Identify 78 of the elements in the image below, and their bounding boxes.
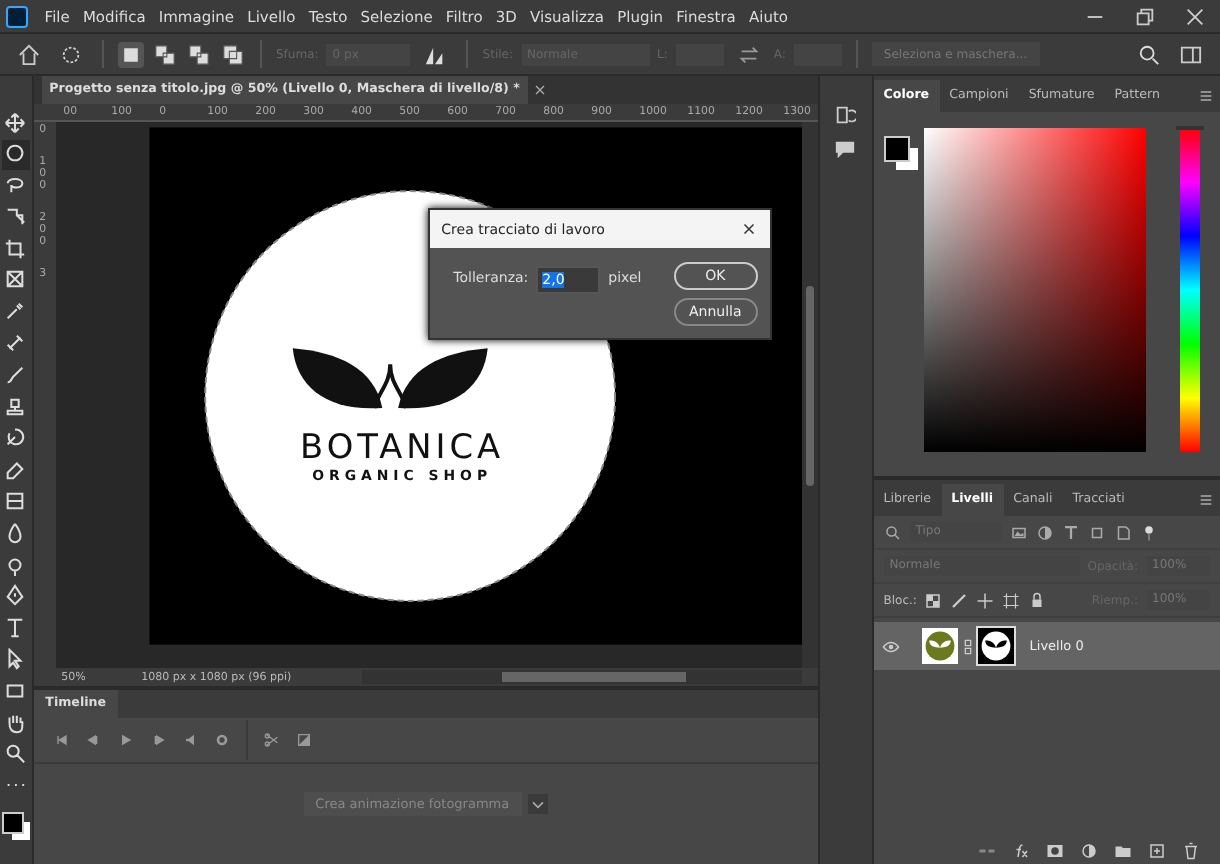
close-icon[interactable] bbox=[1184, 5, 1206, 27]
add-selection-icon[interactable] bbox=[152, 41, 178, 67]
checkerboard-icon[interactable] bbox=[924, 591, 943, 609]
history-panel-icon[interactable] bbox=[834, 104, 857, 126]
artboard-icon[interactable] bbox=[1002, 591, 1021, 609]
intersect-selection-icon[interactable] bbox=[220, 41, 246, 67]
healing-icon bbox=[4, 332, 27, 355]
marquee-icon bbox=[4, 142, 27, 165]
next-frame-icon[interactable] bbox=[149, 732, 166, 748]
fx-icon[interactable] bbox=[1012, 842, 1030, 860]
trash-icon[interactable] bbox=[1182, 842, 1200, 860]
hand-icon bbox=[4, 711, 27, 734]
blur-icon bbox=[4, 521, 27, 544]
rectangle-icon bbox=[4, 679, 27, 702]
new-layer-icon[interactable] bbox=[1148, 842, 1166, 860]
lock-icon[interactable] bbox=[1028, 591, 1047, 609]
color-picker-field[interactable] bbox=[923, 128, 1146, 452]
history-icon bbox=[4, 426, 27, 449]
app-logo-icon bbox=[6, 5, 28, 27]
shape-filter-icon[interactable] bbox=[1087, 523, 1106, 541]
adjustment-icon[interactable] bbox=[1080, 842, 1098, 860]
pathselect-icon bbox=[4, 648, 27, 671]
speaker-icon[interactable] bbox=[181, 732, 198, 748]
subtract-selection-icon[interactable] bbox=[186, 41, 212, 67]
crop-icon bbox=[4, 237, 27, 260]
image-filter-icon[interactable] bbox=[1009, 523, 1028, 541]
dropdown-icon[interactable] bbox=[527, 794, 548, 814]
anti-alias-icon[interactable] bbox=[424, 43, 447, 65]
eraser-icon bbox=[4, 458, 27, 481]
brush-icon[interactable] bbox=[950, 591, 969, 609]
lasso-icon bbox=[4, 174, 27, 197]
new-selection-icon[interactable] bbox=[118, 41, 144, 67]
frame-icon bbox=[4, 268, 27, 291]
scissors-icon[interactable] bbox=[263, 732, 280, 748]
move-icon[interactable] bbox=[976, 591, 995, 609]
search-icon bbox=[883, 523, 902, 541]
marquee-tool[interactable] bbox=[1, 139, 30, 170]
close-icon[interactable] bbox=[739, 220, 758, 238]
workspace-icon[interactable] bbox=[1180, 43, 1202, 65]
smart-object-filter-icon[interactable] bbox=[1113, 523, 1132, 541]
mask-thumbnail bbox=[977, 628, 1014, 664]
adjustment-filter-icon[interactable] bbox=[1035, 523, 1054, 541]
restore-icon[interactable] bbox=[1134, 5, 1156, 27]
search-icon[interactable] bbox=[1138, 43, 1160, 65]
close-tab-icon[interactable] bbox=[531, 82, 548, 98]
swap-icon[interactable] bbox=[737, 43, 760, 65]
hue-slider[interactable] bbox=[1179, 128, 1200, 452]
type-filter-icon[interactable] bbox=[1061, 523, 1080, 541]
layer-thumbnail bbox=[921, 628, 958, 664]
eyedropper-icon bbox=[4, 300, 27, 323]
crop-tool[interactable] bbox=[1, 234, 30, 264]
logo-title: BOTANICA bbox=[299, 425, 504, 466]
leaves-logo-icon bbox=[292, 348, 487, 409]
menu-icon[interactable] bbox=[1198, 492, 1214, 508]
play-icon[interactable] bbox=[117, 732, 134, 748]
mask-icon[interactable] bbox=[1046, 842, 1064, 860]
type-icon bbox=[4, 616, 27, 639]
stamp-icon bbox=[4, 395, 27, 418]
home-icon[interactable] bbox=[18, 43, 40, 65]
zoom-icon bbox=[4, 742, 27, 765]
color-swatch-icon[interactable] bbox=[1, 811, 30, 840]
first-frame-icon[interactable] bbox=[53, 732, 70, 748]
pen-icon bbox=[4, 584, 27, 607]
move-tool[interactable] bbox=[1, 108, 30, 138]
eye-icon[interactable] bbox=[881, 637, 900, 655]
folder-icon[interactable] bbox=[1114, 842, 1132, 860]
ellipse-marquee-icon[interactable] bbox=[60, 43, 82, 65]
dodge-icon bbox=[4, 553, 27, 576]
previous-frame-icon[interactable] bbox=[85, 732, 102, 748]
move-icon bbox=[4, 111, 27, 133]
brush-icon bbox=[4, 363, 27, 386]
transition-icon[interactable] bbox=[295, 732, 312, 748]
toggle-icon[interactable] bbox=[1139, 523, 1158, 541]
color-swatch-icon[interactable] bbox=[883, 136, 918, 170]
link-icon[interactable] bbox=[963, 637, 972, 655]
horizontal-scrollbar[interactable] bbox=[361, 670, 802, 684]
comment-icon[interactable] bbox=[834, 138, 857, 160]
menu-icon[interactable] bbox=[1198, 88, 1214, 104]
